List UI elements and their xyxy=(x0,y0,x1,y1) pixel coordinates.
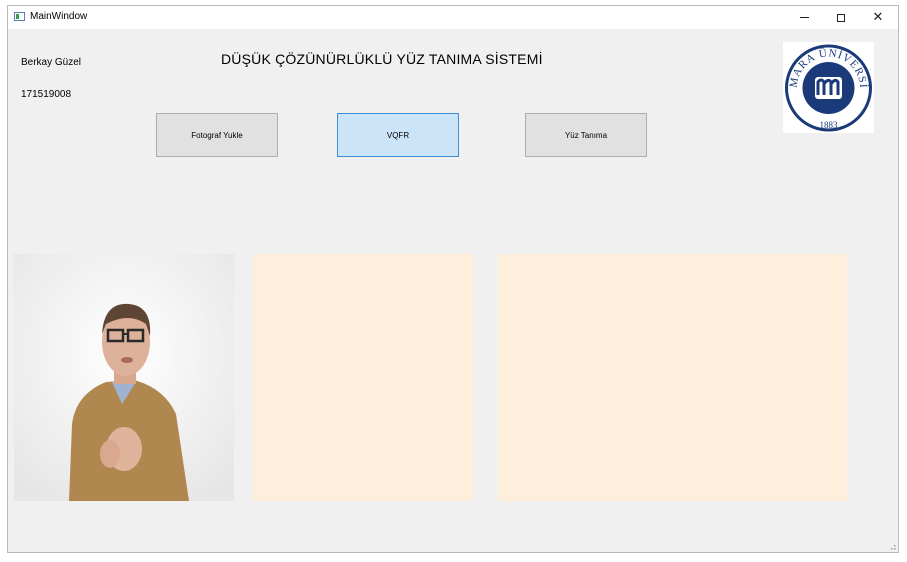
author-label: Berkay Güzel xyxy=(21,57,82,68)
university-logo: MARMARA ÜNİVERSİTESİ 1883 xyxy=(778,33,874,133)
page-title: DÜŞÜK ÇÖZÜNÜRLÜKLÜ YÜZ TANIMA SİSTEMİ xyxy=(221,51,543,67)
app-icon xyxy=(14,12,25,21)
upload-photo-button[interactable]: Fotograf Yukle xyxy=(156,113,278,157)
student-number-label: 171519008 xyxy=(21,89,72,100)
logo-year: 1883 xyxy=(820,120,839,130)
window-title: MainWindow xyxy=(30,11,88,22)
main-window: MainWindow ✕ Berkay Güzel 171519008 DÜŞÜ… xyxy=(7,5,899,553)
input-photo xyxy=(14,254,234,501)
maximize-button[interactable] xyxy=(823,6,859,29)
output-panel-vqfr xyxy=(253,254,473,501)
face-recognition-button[interactable]: Yüz Tanıma xyxy=(525,113,647,157)
close-button[interactable]: ✕ xyxy=(860,6,896,29)
vqfr-button[interactable]: VQFR xyxy=(337,113,459,157)
close-icon: ✕ xyxy=(872,10,884,25)
minimize-button[interactable] xyxy=(786,6,822,29)
minimize-icon xyxy=(799,17,809,18)
output-panel-recognition xyxy=(498,254,847,501)
resize-grip-icon[interactable] xyxy=(888,542,896,550)
maximize-icon xyxy=(837,13,845,22)
title-bar[interactable]: MainWindow ✕ xyxy=(8,6,898,29)
